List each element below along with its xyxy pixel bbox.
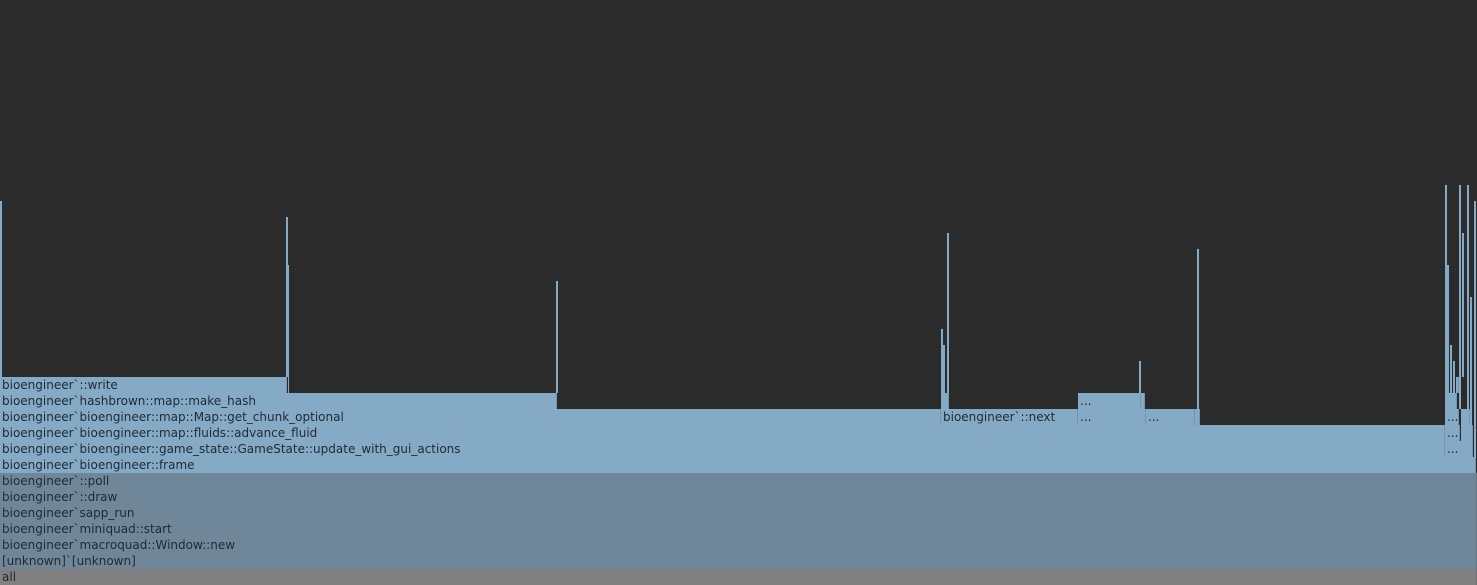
stack-spike	[288, 265, 289, 393]
stack-spike	[1139, 361, 1141, 393]
frame-miniquad-start[interactable]: bioengineer`miniquad::start	[0, 521, 1477, 537]
frame-small[interactable]	[1195, 409, 1200, 425]
stack-spike	[1474, 201, 1476, 457]
frame-ellipsis[interactable]: ...	[1445, 441, 1473, 457]
frame-draw[interactable]: bioengineer`::draw	[0, 489, 1477, 505]
stack-spike	[1453, 361, 1455, 393]
stack-spike	[943, 345, 945, 393]
stack-spike	[1459, 185, 1461, 409]
frame-small[interactable]	[1461, 425, 1473, 441]
frame-small[interactable]	[1141, 393, 1145, 409]
frame-frame[interactable]: bioengineer`bioengineer::frame	[0, 457, 1476, 473]
frame-unknown[interactable]: [unknown]`[unknown]	[0, 553, 1477, 569]
frame-all[interactable]: all	[0, 569, 1477, 585]
frame-update-with-gui-actions[interactable]: bioengineer`bioengineer::game_state::Gam…	[0, 441, 1445, 457]
stack-spike	[1450, 345, 1452, 393]
frame-ellipsis[interactable]: ...	[1078, 393, 1141, 409]
flamegraph: all [unknown]`[unknown] bioengineer`macr…	[0, 0, 1477, 585]
frame-make-hash[interactable]: bioengineer`hashbrown::map::make_hash	[0, 393, 557, 409]
frame-small[interactable]	[941, 393, 949, 409]
stack-spike	[1462, 233, 1464, 377]
frame-small[interactable]	[1445, 393, 1457, 409]
frame-poll[interactable]: bioengineer`::poll	[0, 473, 1477, 489]
stack-spike	[1197, 249, 1199, 409]
frame-advance-fluid[interactable]: bioengineer`bioengineer::map::fluids::ad…	[0, 425, 1445, 441]
frame-small[interactable]	[1461, 409, 1470, 425]
frame-window-new[interactable]: bioengineer`macroquad::Window::new	[0, 537, 1477, 553]
frame-sapp-run[interactable]: bioengineer`sapp_run	[0, 505, 1477, 521]
frame-write[interactable]: bioengineer`::write	[0, 377, 287, 393]
frame-next[interactable]: bioengineer`::next	[941, 409, 1078, 425]
stack-spike	[947, 233, 949, 393]
stack-spike	[1467, 185, 1469, 409]
frame-ellipsis[interactable]: ...	[1445, 425, 1460, 441]
frame-get-chunk-optional[interactable]: bioengineer`bioengineer::map::Map::get_c…	[0, 409, 941, 425]
stack-spike	[0, 201, 2, 377]
stack-spike	[1447, 265, 1449, 393]
frame-ellipsis[interactable]: ...	[1445, 409, 1459, 425]
frame-ellipsis[interactable]: ...	[1146, 409, 1195, 425]
stack-spike	[556, 281, 558, 393]
stack-spike	[1470, 297, 1472, 425]
frame-ellipsis[interactable]: ...	[1078, 409, 1146, 425]
